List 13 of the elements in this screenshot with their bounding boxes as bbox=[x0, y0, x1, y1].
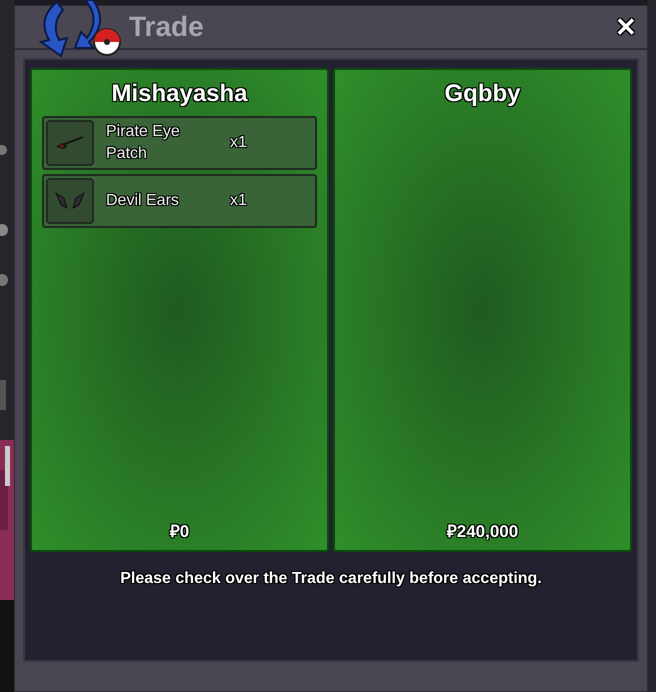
player-name: Mishayasha bbox=[110, 79, 249, 109]
item-quantity: x1 bbox=[230, 133, 247, 153]
item-name: Devil Ears bbox=[106, 191, 180, 211]
item-quantity: x1 bbox=[230, 191, 247, 211]
close-button[interactable]: ✕ bbox=[615, 8, 637, 46]
money-amount: ₽240,000 bbox=[446, 520, 520, 542]
trade-item[interactable]: Pirate Eye Patch x1 bbox=[42, 116, 317, 170]
trade-item[interactable]: Devil Ears x1 bbox=[42, 174, 317, 228]
money-amount: ₽0 bbox=[168, 520, 190, 542]
window-title: Trade bbox=[129, 10, 204, 44]
item-name: Pirate Eye Patch bbox=[106, 122, 181, 164]
notice-text: Please check over the Trade carefully before accepting. bbox=[119, 569, 543, 589]
player-name: Gqbby bbox=[444, 79, 522, 109]
